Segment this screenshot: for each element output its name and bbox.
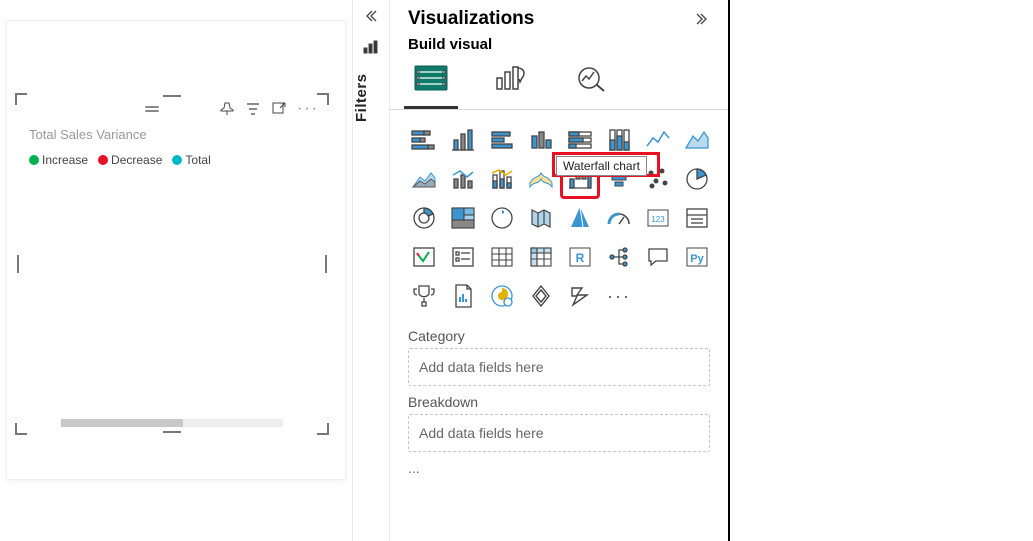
- treemap-chart-icon[interactable]: [445, 200, 481, 236]
- gauge-chart-icon[interactable]: [601, 200, 637, 236]
- filters-icon: [353, 40, 389, 59]
- canvas-page: ··· Total Sales Variance Increase Decrea…: [6, 20, 346, 480]
- clustered-bar-chart-icon[interactable]: [445, 122, 481, 158]
- tab-analytics[interactable]: [568, 59, 614, 97]
- svg-text:Py: Py: [690, 253, 704, 265]
- resize-handle[interactable]: [15, 423, 27, 435]
- field-well-dropzone[interactable]: Add data fields here: [408, 348, 710, 386]
- arcgis-map-icon[interactable]: [484, 278, 520, 314]
- field-well-label: Breakdown: [408, 394, 710, 410]
- matrix-icon[interactable]: [523, 239, 559, 275]
- legend-item: Total: [172, 153, 210, 167]
- area-chart-icon[interactable]: [679, 122, 715, 158]
- paginated-report-icon[interactable]: [445, 278, 481, 314]
- table-icon[interactable]: [484, 239, 520, 275]
- build-visual-label: Build visual: [390, 34, 728, 55]
- line-clustered-column-icon[interactable]: [445, 161, 481, 197]
- python-visual-icon[interactable]: Py: [679, 239, 715, 275]
- pane-title: Visualizations: [408, 8, 534, 30]
- field-well-dropzone[interactable]: Add data fields here: [408, 414, 710, 452]
- decomposition-tree-icon[interactable]: [601, 239, 637, 275]
- tab-format-visual[interactable]: [488, 59, 534, 97]
- stacked-area-chart-icon[interactable]: [406, 161, 442, 197]
- legend-item: Decrease: [98, 153, 162, 167]
- card-icon[interactable]: 123: [640, 200, 676, 236]
- horizontal-scrollbar[interactable]: [61, 419, 283, 427]
- resize-handle[interactable]: [317, 93, 329, 105]
- kpi-icon[interactable]: [406, 239, 442, 275]
- map-icon[interactable]: < path d="M4 14h20M14 4c4 5 4 15 0 20M14…: [484, 200, 520, 236]
- multi-row-card-icon[interactable]: [679, 200, 715, 236]
- stacked-bar-chart-icon[interactable]: [406, 122, 442, 158]
- svg-text:R: R: [576, 251, 585, 265]
- power-automate-icon[interactable]: [562, 278, 598, 314]
- chart-type-gallery: < path d="M4 14h20M14 4c4 5 4 15 0 20M14…: [390, 110, 728, 322]
- key-influencers-icon[interactable]: [406, 278, 442, 314]
- pie-chart-icon[interactable]: [679, 161, 715, 197]
- field-well-label: Category: [408, 328, 710, 344]
- resize-handle[interactable]: [317, 423, 329, 435]
- report-canvas: ··· Total Sales Variance Increase Decrea…: [0, 0, 352, 541]
- resize-handle[interactable]: [163, 431, 181, 433]
- more-visuals-icon[interactable]: ···: [601, 278, 637, 314]
- slicer-icon[interactable]: [445, 239, 481, 275]
- visual-legend: Increase Decrease Total: [29, 153, 211, 167]
- more-options-icon[interactable]: ···: [297, 100, 319, 118]
- visual-header: ···: [21, 95, 323, 123]
- power-apps-icon[interactable]: [523, 278, 559, 314]
- svg-text:123: 123: [651, 215, 665, 224]
- collapse-pane-icon[interactable]: [694, 11, 710, 27]
- filled-map-icon[interactable]: [523, 200, 559, 236]
- drag-grip-icon[interactable]: [145, 106, 159, 112]
- legend-item: Increase: [29, 153, 88, 167]
- azure-map-icon[interactable]: [562, 200, 598, 236]
- expand-filters-icon[interactable]: [353, 8, 389, 29]
- filters-label: Filters: [353, 68, 389, 128]
- donut-chart-icon[interactable]: [406, 200, 442, 236]
- resize-handle[interactable]: [17, 255, 19, 273]
- field-well-breakdown: Breakdown Add data fields here: [390, 388, 728, 454]
- qna-visual-icon[interactable]: [640, 239, 676, 275]
- stacked-column-chart-icon[interactable]: [484, 122, 520, 158]
- field-well-category: Category Add data fields here: [390, 322, 728, 388]
- line-stacked-column-icon[interactable]: [484, 161, 520, 197]
- resize-handle[interactable]: [325, 255, 327, 273]
- r-script-visual-icon[interactable]: R: [562, 239, 598, 275]
- pane-tabs: [390, 55, 728, 110]
- visual-title: Total Sales Variance: [29, 127, 147, 142]
- more-field-wells: ...: [390, 454, 728, 482]
- pin-icon[interactable]: [219, 101, 235, 117]
- chart-tooltip: Waterfall chart: [556, 156, 647, 176]
- visualizations-pane: Visualizations Build visual: [390, 0, 730, 541]
- tab-build-visual[interactable]: [408, 59, 454, 97]
- focus-mode-icon[interactable]: [271, 101, 287, 117]
- filters-pane-collapsed[interactable]: Filters: [352, 0, 390, 541]
- filter-icon[interactable]: [245, 101, 261, 117]
- resize-handle[interactable]: [163, 95, 181, 97]
- resize-handle[interactable]: [15, 93, 27, 105]
- visual-placeholder[interactable]: ··· Total Sales Variance Increase Decrea…: [21, 99, 323, 429]
